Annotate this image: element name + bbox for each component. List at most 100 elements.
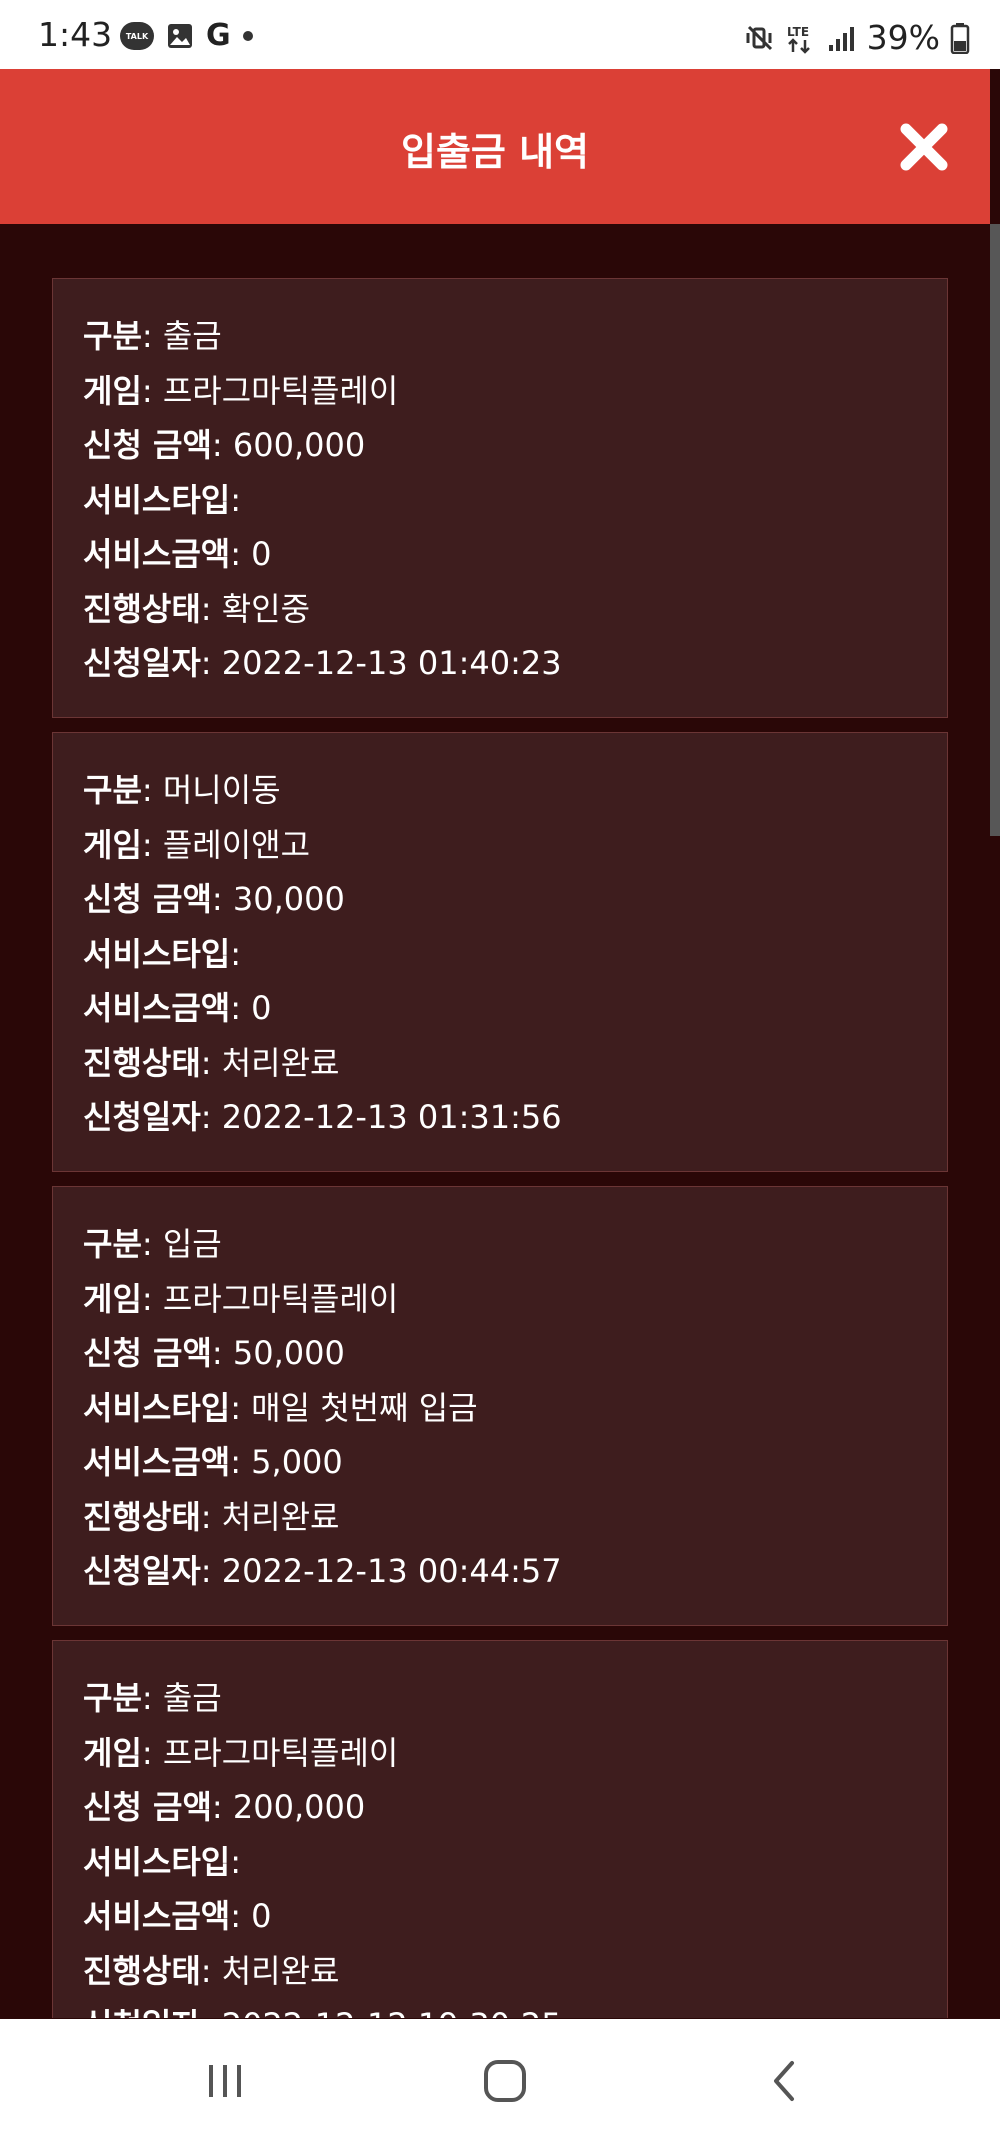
amount-label: 신청 금액 xyxy=(83,1788,212,1826)
transaction-card: 구분: 입금 게임: 프라그마틱플레이 신청 금액: 50,000 서비스타입:… xyxy=(52,1186,948,1626)
notification-icons: TALK G xyxy=(120,18,253,53)
amount-value: 600,000 xyxy=(232,426,366,464)
service-amount-label: 서비스금액 xyxy=(83,989,231,1027)
service-type-label: 서비스타입 xyxy=(83,1842,231,1881)
game-value: 프라그마틱플레이 xyxy=(162,371,399,410)
more-notifications-dot-icon xyxy=(242,31,253,41)
date-row: 신청일자: 2022-12-13 01:31:56 xyxy=(83,1098,562,1136)
status-time: 1:43 xyxy=(38,15,113,54)
talk-icon: TALK xyxy=(120,22,154,50)
date-row: 신청일자: 2022-12-13 01:40:23 xyxy=(83,644,562,682)
status-bar: 1:43 TALK G LTE 39% xyxy=(0,0,1000,69)
gallery-icon xyxy=(168,24,192,48)
amount-value: 30,000 xyxy=(232,880,345,918)
date-label: 신청일자 xyxy=(83,1552,201,1590)
back-button[interactable] xyxy=(750,2049,820,2113)
service-amount-label: 서비스금액 xyxy=(83,1443,231,1481)
status-value: 확인중 xyxy=(221,589,311,628)
service-type-row: 서비스타입: xyxy=(83,480,241,519)
service-type-value: 매일 첫번째 입금 xyxy=(251,1388,478,1427)
service-amount-label: 서비스금액 xyxy=(83,535,231,573)
game-value: 프라그마틱플레이 xyxy=(162,1733,399,1772)
type-label: 구분 xyxy=(83,1679,142,1717)
service-amount-value: 5,000 xyxy=(251,1443,343,1481)
system-status-icons: LTE 39% xyxy=(745,18,970,57)
transaction-list[interactable]: 구분: 출금 게임: 프라그마틱플레이 신청 금액: 600,000 서비스타입… xyxy=(52,278,948,2018)
amount-row: 신청 금액: 600,000 xyxy=(83,426,366,464)
game-value: 플레이앤고 xyxy=(162,825,311,864)
amount-value: 200,000 xyxy=(232,1788,366,1826)
recents-button[interactable] xyxy=(190,2049,260,2113)
service-type-row: 서비스타입: 매일 첫번째 입금 xyxy=(83,1388,478,1427)
status-row: 진행상태: 처리완료 xyxy=(83,1497,340,1536)
home-button[interactable] xyxy=(470,2049,540,2113)
back-icon xyxy=(774,2061,794,2101)
service-amount-value: 0 xyxy=(251,1897,272,1935)
service-amount-row: 서비스금액: 0 xyxy=(83,535,272,573)
date-label: 신청일자 xyxy=(83,1098,201,1136)
service-type-label: 서비스타입 xyxy=(83,934,231,973)
date-value: 2022-12-13 01:31:56 xyxy=(221,1098,562,1136)
date-value: 2022-12-12 19:30:25 xyxy=(222,2006,562,2018)
service-amount-value: 0 xyxy=(251,989,272,1027)
game-row: 게임: 프라그마틱플레이 xyxy=(83,1279,399,1318)
date-value: 2022-12-13 00:44:57 xyxy=(221,1552,562,1590)
type-value: 머니이동 xyxy=(162,771,281,809)
signal-icon xyxy=(828,26,854,51)
amount-label: 신청 금액 xyxy=(83,426,212,464)
close-button[interactable] xyxy=(898,121,950,173)
type-label: 구분 xyxy=(83,1225,142,1263)
amount-row: 신청 금액: 200,000 xyxy=(83,1788,366,1826)
service-type-row: 서비스타입: xyxy=(83,1842,241,1881)
type-row: 구분: 머니이동 xyxy=(83,771,281,809)
amount-row: 신청 금액: 30,000 xyxy=(83,880,345,918)
amount-value: 50,000 xyxy=(232,1334,345,1372)
game-row: 게임: 플레이앤고 xyxy=(83,825,311,864)
status-row: 진행상태: 처리완료 xyxy=(83,1951,340,1990)
status-row: 진행상태: 확인중 xyxy=(83,589,311,628)
game-row: 게임: 프라그마틱플레이 xyxy=(83,371,399,410)
type-row: 구분: 출금 xyxy=(83,1679,222,1717)
lte-icon: LTE xyxy=(787,25,810,54)
status-label: 진행상태 xyxy=(83,1951,201,1990)
date-label: 신청일자 xyxy=(83,2006,201,2018)
close-icon xyxy=(900,123,948,171)
date-row: 신청일자: 2022-12-12 19:30:25 xyxy=(83,1998,947,2018)
type-label: 구분 xyxy=(83,317,142,355)
service-amount-value: 0 xyxy=(251,535,272,573)
type-value: 입금 xyxy=(162,1225,222,1263)
service-amount-row: 서비스금액: 5,000 xyxy=(83,1443,343,1481)
game-label: 게임 xyxy=(83,825,142,864)
system-nav-bar xyxy=(0,2019,1000,2144)
status-value: 처리완료 xyxy=(221,1951,340,1990)
date-label: 신청일자 xyxy=(83,644,201,682)
google-icon: G xyxy=(206,18,231,53)
game-value: 프라그마틱플레이 xyxy=(162,1279,399,1318)
type-value: 출금 xyxy=(162,317,222,355)
status-label: 진행상태 xyxy=(83,589,201,628)
service-amount-row: 서비스금액: 0 xyxy=(83,1897,272,1935)
game-row: 게임: 프라그마틱플레이 xyxy=(83,1733,399,1772)
transaction-card: 구분: 출금 게임: 프라그마틱플레이 신청 금액: 200,000 서비스타입… xyxy=(52,1640,948,2018)
game-label: 게임 xyxy=(83,371,142,410)
status-row: 진행상태: 처리완료 xyxy=(83,1043,340,1082)
service-type-row: 서비스타입: xyxy=(83,934,241,973)
transaction-card: 구분: 출금 게임: 프라그마틱플레이 신청 금액: 600,000 서비스타입… xyxy=(52,278,948,718)
transaction-card: 구분: 머니이동 게임: 플레이앤고 신청 금액: 30,000 서비스타입: … xyxy=(52,732,948,1172)
service-type-label: 서비스타입 xyxy=(83,1388,231,1427)
svg-text:LTE: LTE xyxy=(787,25,809,39)
game-label: 게임 xyxy=(83,1279,142,1318)
home-icon xyxy=(484,2060,526,2102)
scrollbar-thumb[interactable] xyxy=(990,224,1000,836)
date-value: 2022-12-13 01:40:23 xyxy=(221,644,562,682)
header-bar: 입출금 내역 xyxy=(0,69,990,224)
battery-percent: 39% xyxy=(866,18,940,57)
service-type-label: 서비스타입 xyxy=(83,480,231,519)
status-value: 처리완료 xyxy=(221,1497,340,1536)
page-title: 입출금 내역 xyxy=(400,130,590,174)
type-row: 구분: 출금 xyxy=(83,317,222,355)
type-row: 구분: 입금 xyxy=(83,1225,222,1263)
amount-row: 신청 금액: 50,000 xyxy=(83,1334,345,1372)
status-label: 진행상태 xyxy=(83,1497,201,1536)
date-row: 신청일자: 2022-12-13 00:44:57 xyxy=(83,1552,562,1590)
